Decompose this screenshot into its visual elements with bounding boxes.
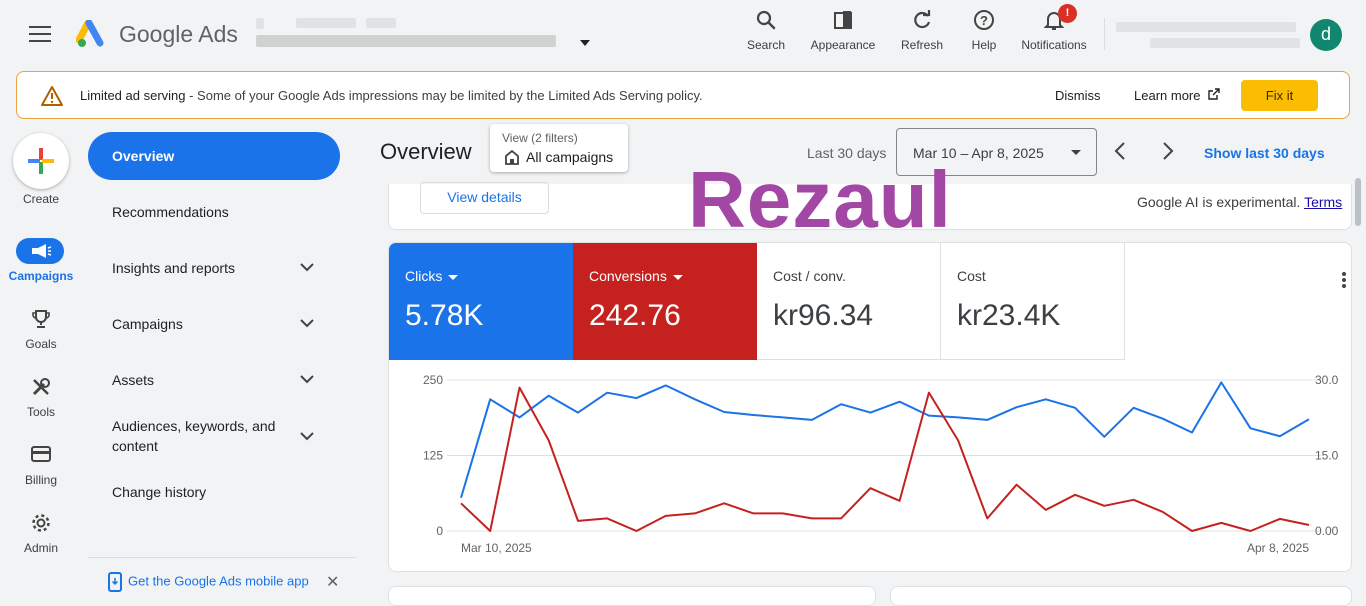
megaphone-icon [32, 244, 52, 258]
watermark: Rezaul [688, 155, 952, 244]
appearance-icon [834, 11, 852, 29]
admin-label: Admin [23, 541, 58, 555]
dismiss-button[interactable]: Dismiss [1055, 88, 1101, 103]
learn-more-link[interactable]: Learn more [1134, 88, 1220, 103]
nav-change-history[interactable]: Change history [112, 482, 312, 502]
nav-audiences[interactable]: Audiences, keywords, and content [112, 416, 297, 456]
bottom-card [890, 586, 1352, 606]
divider [88, 557, 356, 558]
help-button[interactable]: ? Help [968, 8, 1000, 52]
chevron-down-icon[interactable] [300, 262, 314, 272]
more-options-icon[interactable] [1341, 271, 1347, 289]
create-button[interactable] [13, 133, 69, 189]
external-link-icon [1208, 88, 1220, 100]
search-icon [756, 10, 776, 30]
refresh-icon [914, 10, 931, 29]
search-button[interactable]: Search [746, 8, 786, 52]
account-dropdown-icon[interactable] [580, 40, 590, 46]
top-bar: Google Ads Search Appearance Refresh ? H… [0, 0, 1366, 70]
trophy-icon[interactable] [30, 308, 52, 330]
chevron-right-icon[interactable] [1161, 141, 1175, 161]
view-filter-button[interactable]: View (2 filters) All campaigns [490, 124, 628, 172]
y2-tick-label: 0.00 [1315, 524, 1339, 538]
metric-cost-per-conversion[interactable]: Cost / conv. kr96.34 [757, 243, 941, 360]
account-name [1150, 38, 1300, 48]
account-selector[interactable] [256, 18, 590, 54]
x-tick-label: Mar 10, 2025 [461, 541, 532, 555]
brand-name: Google Ads [119, 21, 238, 47]
metric-value: 5.78K [405, 299, 484, 332]
view-details-button[interactable]: View details [420, 182, 549, 214]
nav-campaigns[interactable]: Campaigns [112, 314, 312, 334]
banner-message: Limited ad serving - Some of your Google… [80, 88, 703, 103]
chevron-down-icon[interactable] [300, 318, 314, 328]
ai-disclaimer: Google AI is experimental. Terms [1137, 194, 1343, 210]
dropdown-icon [1071, 150, 1081, 155]
avatar[interactable]: d [1310, 19, 1342, 51]
left-rail: Create Campaigns Goals Tools Billing Adm… [0, 120, 82, 601]
chevron-down-icon[interactable] [300, 374, 314, 384]
side-nav: Overview Recommendations Insights and re… [88, 132, 356, 601]
goals-label: Goals [25, 337, 57, 351]
dropdown-icon[interactable] [672, 274, 683, 280]
metric-value: kr23.4K [957, 299, 1061, 332]
help-icon: ? [974, 10, 994, 30]
metric-value: 242.76 [589, 299, 681, 332]
page-title: Overview [380, 139, 472, 164]
home-icon [505, 149, 519, 165]
tools-icon[interactable] [30, 376, 52, 398]
phone-icon [108, 572, 122, 592]
y2-tick-label: 30.0 [1315, 373, 1339, 387]
chevron-left-icon[interactable] [1113, 141, 1127, 161]
nav-assets[interactable]: Assets [112, 370, 312, 390]
mobile-app-link[interactable]: Get the Google Ads mobile app [108, 572, 309, 592]
billing-label: Billing [24, 473, 57, 487]
scrollbar[interactable] [1355, 178, 1361, 226]
gear-icon[interactable] [30, 512, 52, 534]
y-tick-label: 0 [436, 524, 443, 538]
bottom-card [388, 586, 876, 606]
notifications-button[interactable]: Notifications ! [1016, 4, 1092, 52]
divider [1104, 18, 1105, 50]
y-tick-label: 250 [423, 373, 443, 387]
y2-tick-label: 15.0 [1315, 449, 1339, 463]
x-tick-label: Apr 8, 2025 [1247, 541, 1309, 555]
fix-it-button[interactable]: Fix it [1241, 80, 1318, 111]
series-line-conversions [460, 386, 1310, 532]
google-ads-logo [76, 20, 104, 47]
menu-icon[interactable] [29, 26, 51, 42]
metric-conversions[interactable]: Conversions 242.76 [573, 243, 757, 360]
campaigns-rail-label: Campaigns [8, 269, 74, 283]
warning-icon [41, 86, 63, 106]
series-line-clicks [460, 381, 1310, 499]
dropdown-icon[interactable] [448, 274, 459, 280]
y-tick-label: 125 [423, 449, 443, 463]
chevron-down-icon[interactable] [300, 431, 314, 441]
limited-serving-banner: Limited ad serving - Some of your Google… [16, 71, 1350, 119]
show-last-30-days-button[interactable]: Show last 30 days [1204, 145, 1325, 161]
terms-link[interactable]: Terms [1304, 194, 1342, 210]
metric-cost[interactable]: Cost kr23.4K [941, 243, 1125, 360]
account-email [1116, 22, 1296, 32]
close-icon[interactable]: ✕ [326, 572, 339, 592]
performance-chart: 250 30.0 125 15.0 0 0.00 Mar 10, 2025 Apr 8, 20… [423, 373, 1339, 555]
nav-insights[interactable]: Insights and reports [112, 258, 312, 278]
svg-text:?: ? [980, 13, 988, 28]
appearance-button[interactable]: Appearance [808, 8, 878, 52]
metric-clicks[interactable]: Clicks 5.78K [389, 243, 573, 360]
create-label: Create [22, 192, 60, 206]
nav-overview[interactable]: Overview [88, 132, 340, 180]
notification-badge: ! [1058, 4, 1077, 23]
billing-icon[interactable] [30, 444, 52, 464]
campaigns-rail-button[interactable] [16, 238, 64, 264]
refresh-button[interactable]: Refresh [899, 8, 945, 52]
performance-card: Clicks 5.78K Conversions 242.76 Cost / c… [388, 242, 1352, 572]
metric-value: kr96.34 [773, 299, 874, 332]
plus-icon [28, 148, 54, 174]
tools-label: Tools [26, 405, 55, 419]
nav-recommendations[interactable]: Recommendations [112, 202, 312, 222]
